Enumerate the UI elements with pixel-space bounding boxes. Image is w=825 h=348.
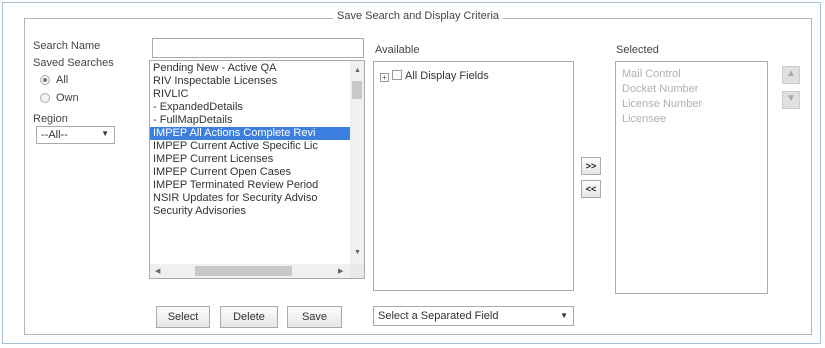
list-item[interactable]: - FullMapDetails bbox=[150, 114, 364, 127]
saved-searches-items: Pending New - Active QA RIV Inspectable L… bbox=[150, 61, 364, 218]
chevron-down-icon: ▼ bbox=[101, 129, 109, 138]
list-item[interactable]: - ExpandedDetails bbox=[150, 101, 364, 114]
region-value: --All-- bbox=[41, 129, 68, 141]
scroll-left-icon[interactable]: ◀ bbox=[155, 267, 160, 275]
scroll-down-icon[interactable]: ▼ bbox=[354, 249, 361, 256]
saved-searches-label: Saved Searches bbox=[33, 57, 114, 69]
save-button[interactable]: Save bbox=[287, 306, 342, 328]
selected-field-item[interactable]: Docket Number bbox=[616, 82, 767, 97]
selected-fields-list[interactable]: Mail Control Docket Number License Number L… bbox=[615, 61, 768, 294]
list-item[interactable]: RIVLIC bbox=[150, 88, 364, 101]
list-item[interactable]: Pending New - Active QA bbox=[150, 62, 364, 75]
available-fields-tree[interactable]: + All Display Fields bbox=[373, 61, 574, 291]
fieldset-legend: Save Search and Display Criteria bbox=[25, 10, 811, 22]
list-item[interactable]: IMPEP All Actions Complete Revi bbox=[150, 127, 364, 140]
list-item[interactable]: IMPEP Current Open Cases bbox=[150, 166, 364, 179]
selected-field-item[interactable]: Licensee bbox=[616, 112, 767, 127]
scroll-right-icon[interactable]: ▶ bbox=[338, 267, 343, 275]
expand-plus-icon[interactable]: + bbox=[380, 73, 389, 82]
vscroll-thumb[interactable] bbox=[352, 81, 362, 99]
delete-button[interactable]: Delete bbox=[220, 306, 278, 328]
selected-field-item[interactable]: License Number bbox=[616, 97, 767, 112]
selected-field-item[interactable]: Mail Control bbox=[616, 67, 767, 82]
remove-field-button[interactable]: << bbox=[581, 180, 601, 198]
saved-list-vscroll[interactable]: ▲ ▼ bbox=[350, 61, 364, 264]
list-item[interactable]: IMPEP Current Licenses bbox=[150, 153, 364, 166]
chevron-down-icon: ▼ bbox=[560, 311, 568, 320]
save-search-fieldset: Save Search and Display Criteria Search … bbox=[24, 10, 812, 335]
saved-list-hscroll[interactable]: ◀ ▶ bbox=[150, 264, 350, 278]
separated-field-select[interactable]: Select a Separated Field ▼ bbox=[373, 306, 574, 326]
tree-root-label: All Display Fields bbox=[405, 70, 489, 82]
list-item[interactable]: IMPEP Terminated Review Period bbox=[150, 179, 364, 192]
tree-row-all-display-fields[interactable]: + All Display Fields bbox=[380, 70, 489, 82]
checkbox[interactable] bbox=[392, 70, 402, 80]
hscroll-thumb[interactable] bbox=[195, 266, 292, 276]
selected-fields-items: Mail Control Docket Number License Number L… bbox=[616, 67, 767, 127]
scroll-corner bbox=[350, 264, 364, 278]
saved-searches-list[interactable]: Pending New - Active QA RIV Inspectable L… bbox=[149, 60, 365, 279]
list-item[interactable]: NSIR Updates for Security Adviso bbox=[150, 192, 364, 205]
radio-all-label: All bbox=[56, 74, 69, 86]
radio-own-label: Own bbox=[56, 92, 79, 104]
select-button[interactable]: Select bbox=[156, 306, 210, 328]
radio-own[interactable] bbox=[40, 93, 50, 103]
list-item[interactable]: IMPEP Current Active Specific Lic bbox=[150, 140, 364, 153]
legend-text: Save Search and Display Criteria bbox=[332, 10, 504, 22]
region-select[interactable]: --All-- ▼ bbox=[36, 126, 115, 144]
region-label: Region bbox=[33, 113, 68, 125]
list-item[interactable]: RIV Inspectable Licenses bbox=[150, 75, 364, 88]
scroll-up-icon[interactable]: ▲ bbox=[354, 67, 361, 74]
selected-label: Selected bbox=[616, 44, 659, 56]
dialog-frame: Save Search and Display Criteria Search … bbox=[2, 2, 821, 344]
move-up-button[interactable]: ▲ bbox=[782, 66, 800, 84]
move-down-button[interactable]: ▼ bbox=[782, 91, 800, 109]
search-name-label: Search Name bbox=[33, 40, 101, 52]
search-name-input[interactable] bbox=[152, 38, 364, 58]
radio-all[interactable] bbox=[40, 75, 50, 85]
list-item[interactable]: Security Advisories bbox=[150, 205, 364, 218]
arrow-down-icon: ▼ bbox=[786, 93, 796, 104]
available-label: Available bbox=[375, 44, 420, 56]
arrow-up-icon: ▲ bbox=[786, 68, 796, 79]
separated-field-value: Select a Separated Field bbox=[378, 310, 499, 322]
add-field-button[interactable]: >> bbox=[581, 157, 601, 175]
